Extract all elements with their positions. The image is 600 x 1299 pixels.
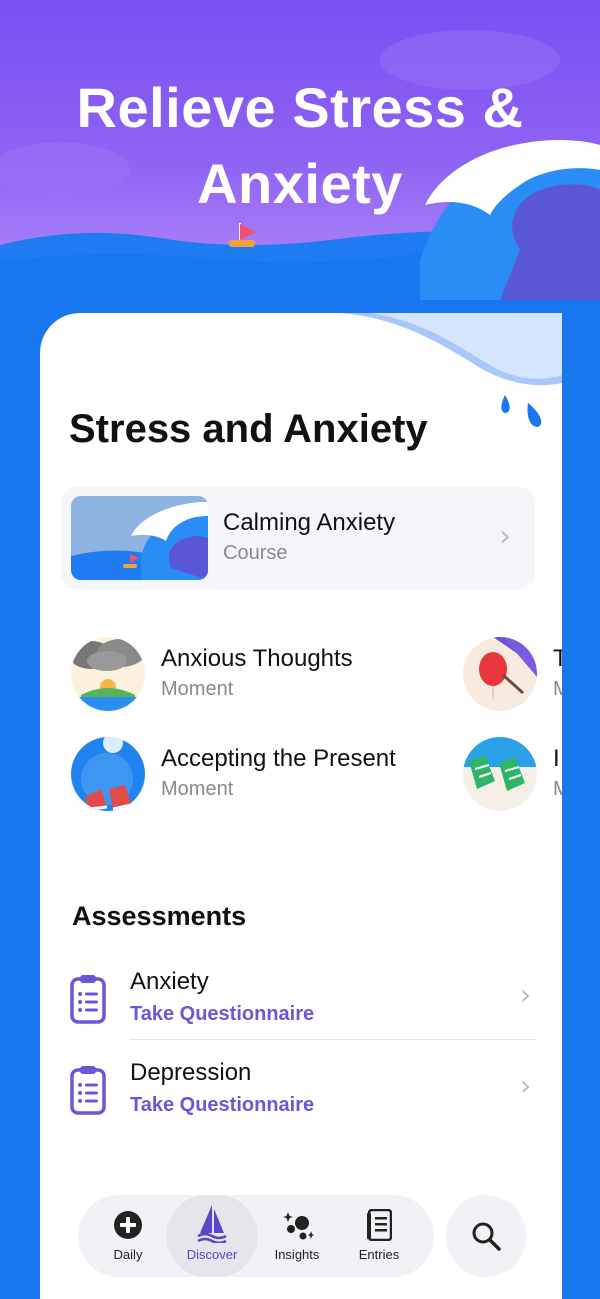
assessment-item-depression[interactable]: Depression Take Questionnaire › (70, 1057, 536, 1143)
take-questionnaire-link[interactable]: Take Questionnaire (130, 1003, 314, 1026)
balloon-thumbnail (463, 637, 537, 711)
chevron-right-icon: › (520, 978, 532, 1011)
clipboard-icon (70, 1066, 106, 1115)
search-icon (472, 1222, 501, 1251)
journal-icon (367, 1209, 392, 1241)
sailboat-illustration (229, 223, 256, 247)
assessments-title: Assessments (72, 901, 247, 931)
moment-type: M (553, 778, 562, 800)
course-thumbnail (71, 496, 208, 580)
hero-title: Relieve Stress & Anxiety (0, 70, 600, 222)
content-card: Stress and Anxiety Calming Anxiety Cours… (40, 313, 562, 1299)
assessment-title: Anxiety (130, 968, 209, 995)
tab-discover[interactable]: Discover (166, 1195, 258, 1277)
sneakers-thumbnail (463, 737, 537, 811)
tab-label: Discover (186, 1247, 238, 1262)
clipboard-icon (70, 975, 106, 1024)
tab-label: Insights (274, 1247, 320, 1262)
accepting-present-thumbnail (71, 737, 145, 811)
moment-title: Anxious Thoughts (161, 645, 353, 672)
moment-title: T (553, 645, 562, 672)
sailboat-icon (197, 1205, 227, 1243)
hero-title-line2: Anxiety (197, 152, 403, 215)
moment-item[interactable]: Accepting the Present Moment (71, 737, 451, 817)
section-title: Stress and Anxiety (69, 407, 428, 451)
hero-title-line1: Relieve Stress & (76, 76, 524, 139)
moment-type: Moment (161, 678, 234, 700)
tab-label: Entries (358, 1247, 400, 1262)
moment-type: Moment (161, 778, 234, 800)
plus-circle-icon (114, 1211, 142, 1239)
tab-entries[interactable]: Entries (336, 1195, 422, 1277)
tab-bar: Daily Discover Insights Entries (78, 1195, 434, 1277)
sparkles-icon (283, 1212, 314, 1240)
take-questionnaire-link[interactable]: Take Questionnaire (130, 1094, 314, 1117)
moment-item[interactable]: I M (463, 737, 562, 817)
chevron-right-icon: › (499, 519, 511, 554)
moment-type: M (553, 678, 562, 700)
moment-title: I (553, 745, 560, 772)
tab-insights[interactable]: Insights (254, 1195, 340, 1277)
tab-label: Daily (113, 1247, 143, 1262)
course-type: Course (223, 542, 288, 564)
chevron-right-icon: › (520, 1069, 532, 1102)
anxious-thoughts-thumbnail (71, 637, 145, 711)
tab-daily[interactable]: Daily (85, 1195, 171, 1277)
moment-title: Accepting the Present (161, 745, 396, 772)
moment-item[interactable]: Anxious Thoughts Moment (71, 637, 451, 717)
assessment-title: Depression (130, 1059, 252, 1086)
search-button[interactable] (446, 1195, 526, 1277)
course-title: Calming Anxiety (223, 509, 396, 536)
divider (130, 1039, 536, 1040)
course-card[interactable]: Calming Anxiety Course › (61, 487, 535, 589)
moment-item[interactable]: T M (463, 637, 562, 717)
